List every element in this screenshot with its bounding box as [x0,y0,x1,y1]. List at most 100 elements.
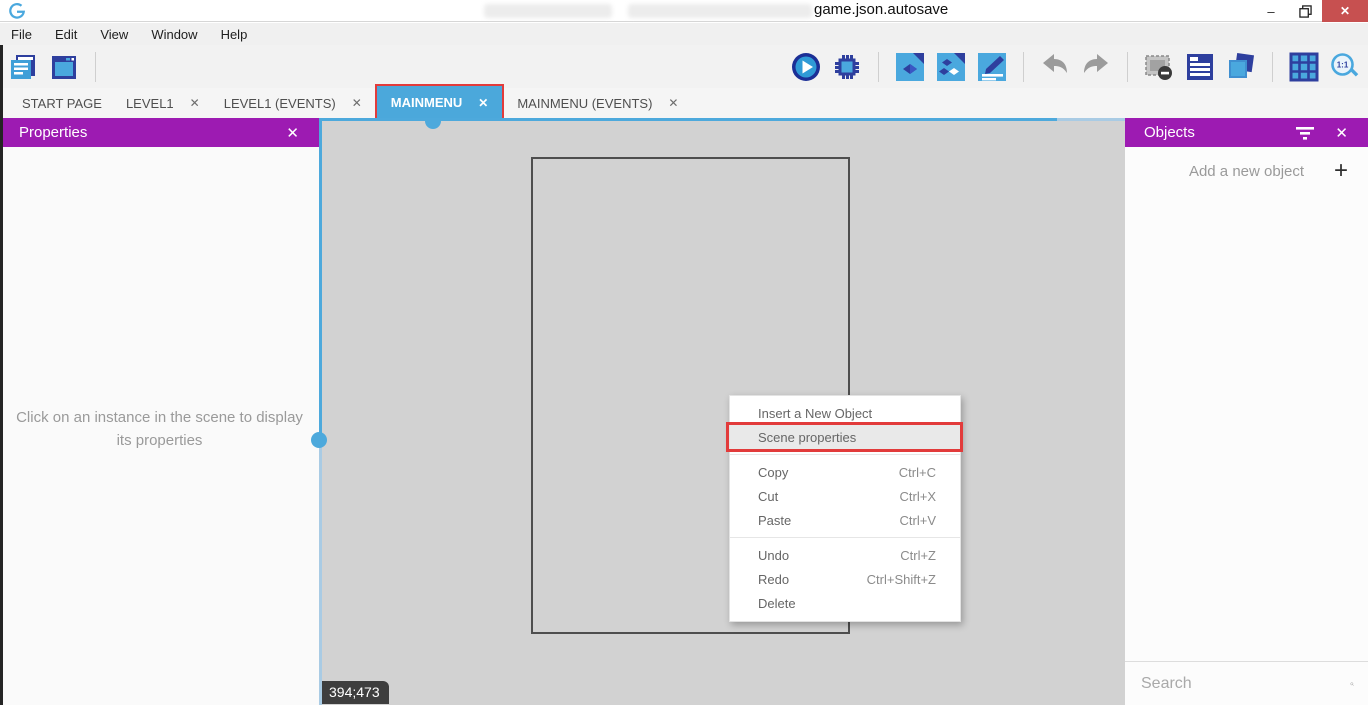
objects-panel-header: Objects ✕ [1125,118,1368,147]
filter-button[interactable] [1295,124,1315,142]
minimize-button[interactable]: – [1254,0,1288,22]
instances-list-button[interactable] [1183,50,1217,84]
menu-file[interactable]: File [8,25,35,44]
properties-panel-header: Properties ✕ [0,118,319,147]
tab-label: MAINMENU [391,95,463,110]
redacted-path-segment [484,4,612,18]
menu-window[interactable]: Window [148,25,200,44]
add-object-plus-icon[interactable]: + [1328,160,1354,182]
objects-close-icon[interactable]: ✕ [1329,123,1354,143]
context-menu: Insert a New Object Scene properties Cop… [729,395,961,622]
mask-toggle-button[interactable] [1142,50,1176,84]
context-menu-item-scene-properties[interactable]: Scene properties [730,425,960,449]
layers-icon [1225,51,1257,83]
add-object-row[interactable]: Add a new object + [1125,147,1368,195]
tab-close-icon[interactable]: ✕ [190,96,200,110]
tab-close-icon[interactable]: ✕ [352,96,362,110]
context-menu-label: Insert a New Object [758,406,872,421]
context-menu-item-delete[interactable]: Delete [730,591,960,615]
restore-icon [1299,5,1312,18]
redo-button[interactable] [1079,50,1113,84]
context-menu-label: Redo [758,572,789,587]
undo-arrow-icon [1039,51,1071,83]
app-window-icon [49,52,79,82]
frame-minus-icon [1143,51,1175,83]
debug-button[interactable] [830,50,864,84]
cursor-coordinates-badge: 394;473 [322,681,389,704]
grid-icon [1288,51,1320,83]
properties-panel-title: Properties [19,124,87,141]
properties-close-icon[interactable]: ✕ [280,123,305,143]
tab-label: LEVEL1 (EVENTS) [224,96,336,111]
tab-start-page[interactable]: START PAGE [10,88,114,118]
scene-canvas[interactable]: Insert a New Object Scene properties Cop… [319,118,1125,705]
object-page-icon [894,51,926,83]
tab-label: START PAGE [22,96,102,111]
context-menu-label: Undo [758,548,789,563]
context-menu-shortcut: Ctrl+V [900,513,936,528]
close-button[interactable]: ✕ [1322,0,1368,22]
splitter-handle-left[interactable] [311,432,327,448]
undo-button[interactable] [1038,50,1072,84]
search-input[interactable] [1139,674,1350,694]
context-menu-label: Copy [758,465,788,480]
context-menu-shortcut: Ctrl+C [899,465,936,480]
layers-button[interactable] [1224,50,1258,84]
tab-label: LEVEL1 [126,96,174,111]
grid-button[interactable] [1287,50,1321,84]
play-icon [790,51,822,83]
objects-page-icon [935,51,967,83]
properties-empty-message: Click on an instance in the scene to dis… [0,406,319,453]
context-menu-item-redo[interactable]: Redo Ctrl+Shift+Z [730,567,960,591]
context-menu-item-insert-object[interactable]: Insert a New Object [730,401,960,425]
redacted-path-segment [628,4,812,18]
search-icon [1350,673,1354,695]
context-menu-label: Cut [758,489,778,504]
play-button[interactable] [789,50,823,84]
add-multiple-objects-button[interactable] [934,50,968,84]
titlebar: game.json.autosave – ✕ [0,0,1368,22]
list-table-icon [1184,51,1216,83]
tab-close-icon[interactable]: ✕ [478,96,488,110]
tab-mainmenu-events[interactable]: MAINMENU (EVENTS) ✕ [505,88,690,118]
tab-level1-events[interactable]: LEVEL1 (EVENTS) ✕ [212,88,374,118]
menu-view[interactable]: View [97,25,131,44]
tab-mainmenu[interactable]: MAINMENU ✕ [377,86,503,119]
zoom-1-1-icon: 1:1 [1329,51,1361,83]
context-menu-item-copy[interactable]: Copy Ctrl+C [730,460,960,484]
context-menu-item-undo[interactable]: Undo Ctrl+Z [730,543,960,567]
toolbar-separator [1127,52,1128,82]
svg-text:1:1: 1:1 [1337,60,1349,69]
context-menu-label: Delete [758,596,796,611]
context-menu-label: Paste [758,513,791,528]
edit-pencil-icon [976,51,1008,83]
gdevelop-logo-icon [8,2,26,20]
toolbar: 1:1 [0,45,1368,88]
menubar: File Edit View Window Help [0,23,1368,45]
tab-level1[interactable]: LEVEL1 ✕ [114,88,212,118]
debugger-chip-icon [832,52,862,82]
project-window-button[interactable] [47,50,81,84]
objects-panel: Objects ✕ Add a new object + [1125,118,1368,705]
edit-scene-button[interactable] [975,50,1009,84]
zoom-actual-size-button[interactable]: 1:1 [1328,50,1362,84]
tab-label: MAINMENU (EVENTS) [517,96,652,111]
add-object-button[interactable] [893,50,927,84]
menu-edit[interactable]: Edit [52,25,80,44]
window-controls: – ✕ [1254,0,1368,22]
objects-search-row [1125,661,1368,705]
context-menu-item-paste[interactable]: Paste Ctrl+V [730,508,960,532]
menu-help[interactable]: Help [218,25,251,44]
context-menu-label: Scene properties [758,430,856,445]
main-area: Properties ✕ Click on an instance in the… [0,118,1368,705]
vertical-splitter[interactable] [319,118,322,705]
projects-list-button[interactable] [6,50,40,84]
tab-close-icon[interactable]: ✕ [668,96,678,110]
properties-panel: Properties ✕ Click on an instance in the… [0,118,319,705]
redo-arrow-icon [1080,51,1112,83]
context-menu-item-cut[interactable]: Cut Ctrl+X [730,484,960,508]
left-screen-edge [0,45,3,705]
restore-button[interactable] [1288,0,1322,22]
context-menu-shortcut: Ctrl+Shift+Z [867,572,936,587]
toolbar-separator [878,52,879,82]
